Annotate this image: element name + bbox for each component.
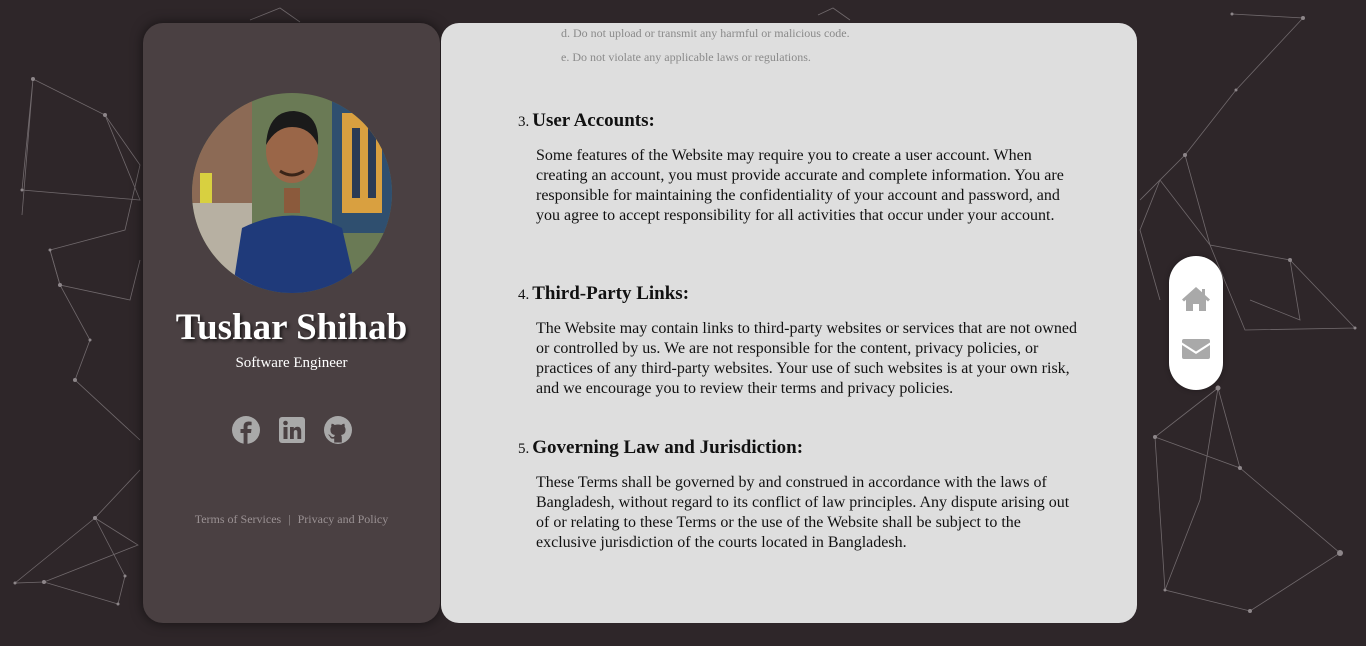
home-icon[interactable]	[1181, 284, 1211, 314]
terms-section: 3. User Accounts: Some features of the We…	[518, 109, 1088, 226]
avatar	[192, 93, 392, 293]
github-icon[interactable]	[323, 416, 352, 444]
avatar-photo	[192, 93, 392, 293]
profile-role: Software Engineer	[235, 355, 348, 371]
section-body: The Website may contain links to third-p…	[536, 320, 1077, 397]
terms-section: 4. Third-Party Links: The Website may con…	[518, 282, 1088, 399]
terms-section: 5. Governing Law and Jurisdiction: These …	[518, 436, 1088, 553]
section-body: Some features of the Website may require…	[536, 147, 1064, 224]
terms-content[interactable]: d. Do not upload or transmit any harmful…	[441, 23, 1137, 623]
terms-subitem: d. Do not upload or transmit any harmful…	[561, 26, 850, 40]
envelope-icon[interactable]	[1181, 334, 1211, 364]
section-heading: 3. User Accounts:	[518, 109, 1088, 134]
section-title: User Accounts:	[532, 110, 655, 131]
footer-separator: |	[288, 512, 291, 526]
profile-card: Tushar Shihab Software Engineer Terms of…	[143, 23, 440, 623]
section-title: Governing Law and Jurisdiction:	[532, 437, 804, 458]
section-body: These Terms shall be governed by and con…	[536, 474, 1070, 551]
section-heading: 5. Governing Law and Jurisdiction:	[518, 436, 1088, 461]
privacy-link[interactable]: Privacy and Policy	[298, 512, 389, 526]
linkedin-icon[interactable]	[278, 416, 306, 444]
profile-name: Tushar Shihab	[175, 307, 408, 348]
footer-links: Terms of Services | Privacy and Policy	[143, 512, 440, 527]
section-number: 5.	[518, 441, 530, 457]
section-number: 4.	[518, 287, 530, 303]
terms-subitem: e. Do not violate any applicable laws or…	[561, 50, 811, 64]
facebook-icon[interactable]	[231, 416, 260, 444]
terms-link[interactable]: Terms of Services	[195, 512, 281, 526]
section-title: Third-Party Links:	[532, 283, 690, 304]
social-links	[143, 416, 440, 444]
section-number: 3.	[518, 114, 530, 130]
floating-nav	[1169, 256, 1223, 390]
section-heading: 4. Third-Party Links:	[518, 282, 1088, 307]
